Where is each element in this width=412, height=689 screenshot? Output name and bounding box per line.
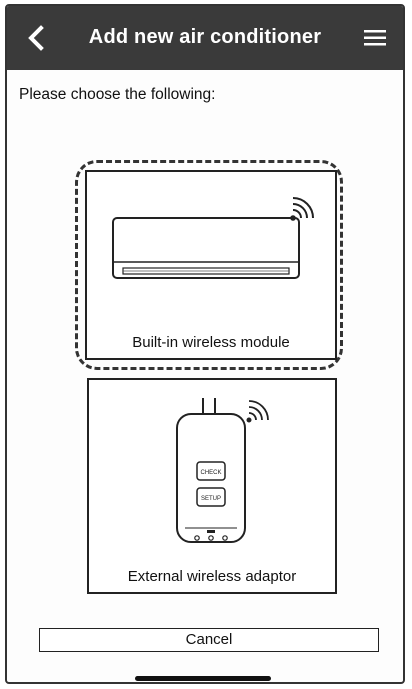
option-builtin-module[interactable]: Built-in wireless module: [85, 170, 337, 360]
hamburger-menu-icon: [364, 30, 386, 46]
wireless-adaptor-icon: CHECK SETUP: [176, 398, 269, 543]
setup-button-label: SETUP: [201, 496, 221, 502]
app-screen: Add new air conditioner Please choose th…: [5, 4, 405, 684]
instruction-text: Please choose the following:: [19, 86, 216, 103]
cancel-button[interactable]: Cancel: [39, 628, 379, 652]
page-title: Add new air conditioner: [88, 26, 322, 48]
option-label-external: External wireless adaptor: [127, 568, 297, 585]
air-conditioner-wifi-icon: [112, 197, 314, 279]
header-bar: Add new air conditioner: [7, 6, 403, 70]
option-label-builtin: Built-in wireless module: [132, 334, 290, 351]
menu-button[interactable]: [361, 24, 389, 52]
check-button-label: CHECK: [200, 470, 221, 476]
option-external-adaptor[interactable]: CHECK SETUP External wireless adaptor: [87, 378, 337, 594]
home-indicator[interactable]: [135, 676, 271, 681]
